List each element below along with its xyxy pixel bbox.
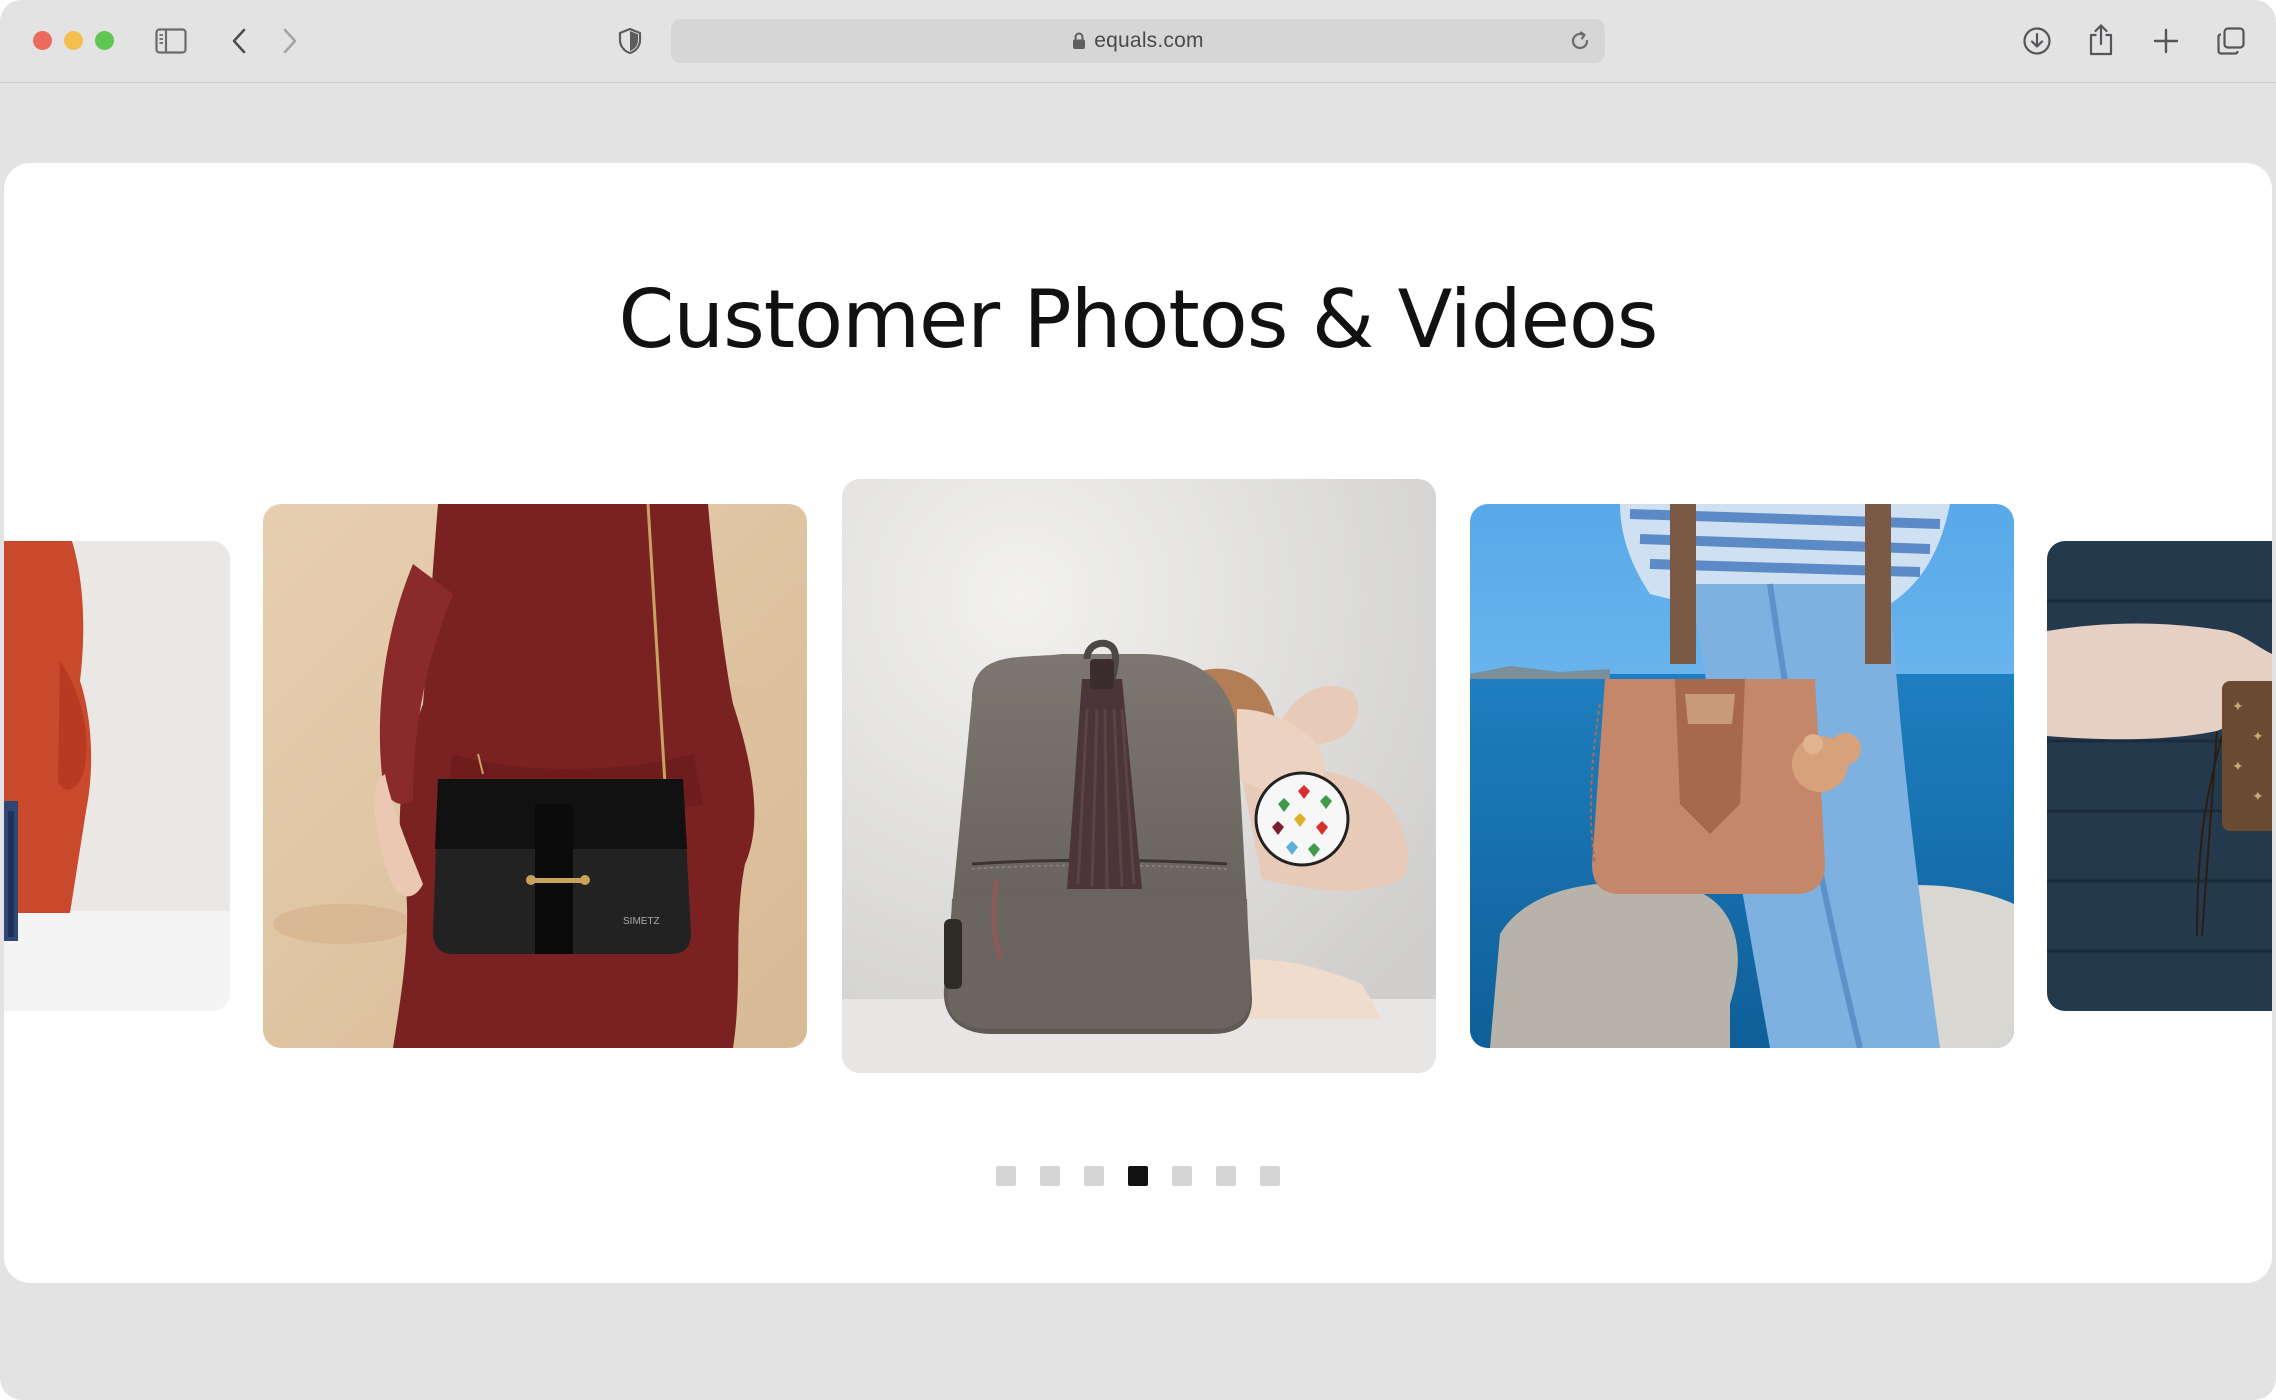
reload-icon[interactable] xyxy=(1569,30,1591,57)
svg-text:✦: ✦ xyxy=(2252,729,2264,745)
sidebar-icon[interactable] xyxy=(154,26,188,56)
minimize-window-button[interactable] xyxy=(64,31,83,50)
carousel-slide-partial-right[interactable]: ✦ ✦ ✦ ✦ xyxy=(2047,541,2272,1011)
tan-leather-tote-photo xyxy=(1470,504,2014,1048)
black-crossbody-bag-photo: SIMETZ xyxy=(263,504,807,1048)
svg-text:✦: ✦ xyxy=(2232,699,2244,715)
zoom-window-button[interactable] xyxy=(95,31,114,50)
shield-icon[interactable] xyxy=(616,26,644,56)
carousel-slide-partial-left[interactable] xyxy=(4,541,230,1011)
carousel-slide-active[interactable] xyxy=(842,479,1436,1073)
carousel-dot-6[interactable] xyxy=(1216,1166,1236,1186)
address-bar[interactable]: equals.com xyxy=(671,19,1605,63)
new-tab-icon[interactable] xyxy=(2151,25,2181,57)
red-dress-partial-photo xyxy=(4,541,230,1011)
forward-icon[interactable] xyxy=(277,26,303,56)
carousel-slide-3[interactable] xyxy=(1470,504,2014,1048)
url-text: equals.com xyxy=(1094,29,1204,52)
close-window-button[interactable] xyxy=(33,31,52,50)
grey-leather-backpack-photo xyxy=(842,479,1436,1073)
monogram-bag-partial-photo: ✦ ✦ ✦ ✦ xyxy=(2047,541,2272,1011)
browser-window: equals.com Customer Photos & Videos SIME… xyxy=(0,0,2276,1400)
bag-brand-label: SIMETZ xyxy=(623,916,660,927)
lock-icon xyxy=(1072,32,1086,50)
svg-text:✦: ✦ xyxy=(2252,789,2264,805)
svg-text:✦: ✦ xyxy=(2232,759,2244,775)
section-title: Customer Photos & Videos xyxy=(618,273,1659,366)
share-icon[interactable] xyxy=(2086,22,2116,58)
carousel-dot-4[interactable] xyxy=(1128,1166,1148,1186)
carousel-pagination xyxy=(4,1166,2272,1186)
tabs-overview-icon[interactable] xyxy=(2215,24,2247,58)
page-content: Customer Photos & Videos SIMETZ ✦ ✦ ✦ ✦ xyxy=(4,163,2272,1283)
carousel-dot-5[interactable] xyxy=(1172,1166,1192,1186)
carousel-dot-7[interactable] xyxy=(1260,1166,1280,1186)
carousel-dot-2[interactable] xyxy=(1040,1166,1060,1186)
browser-toolbar: equals.com xyxy=(0,0,2276,83)
carousel-dot-1[interactable] xyxy=(996,1166,1016,1186)
carousel-slide-1[interactable]: SIMETZ xyxy=(263,504,807,1048)
back-icon[interactable] xyxy=(226,26,252,56)
download-icon[interactable] xyxy=(2021,24,2053,58)
carousel-dot-3[interactable] xyxy=(1084,1166,1104,1186)
